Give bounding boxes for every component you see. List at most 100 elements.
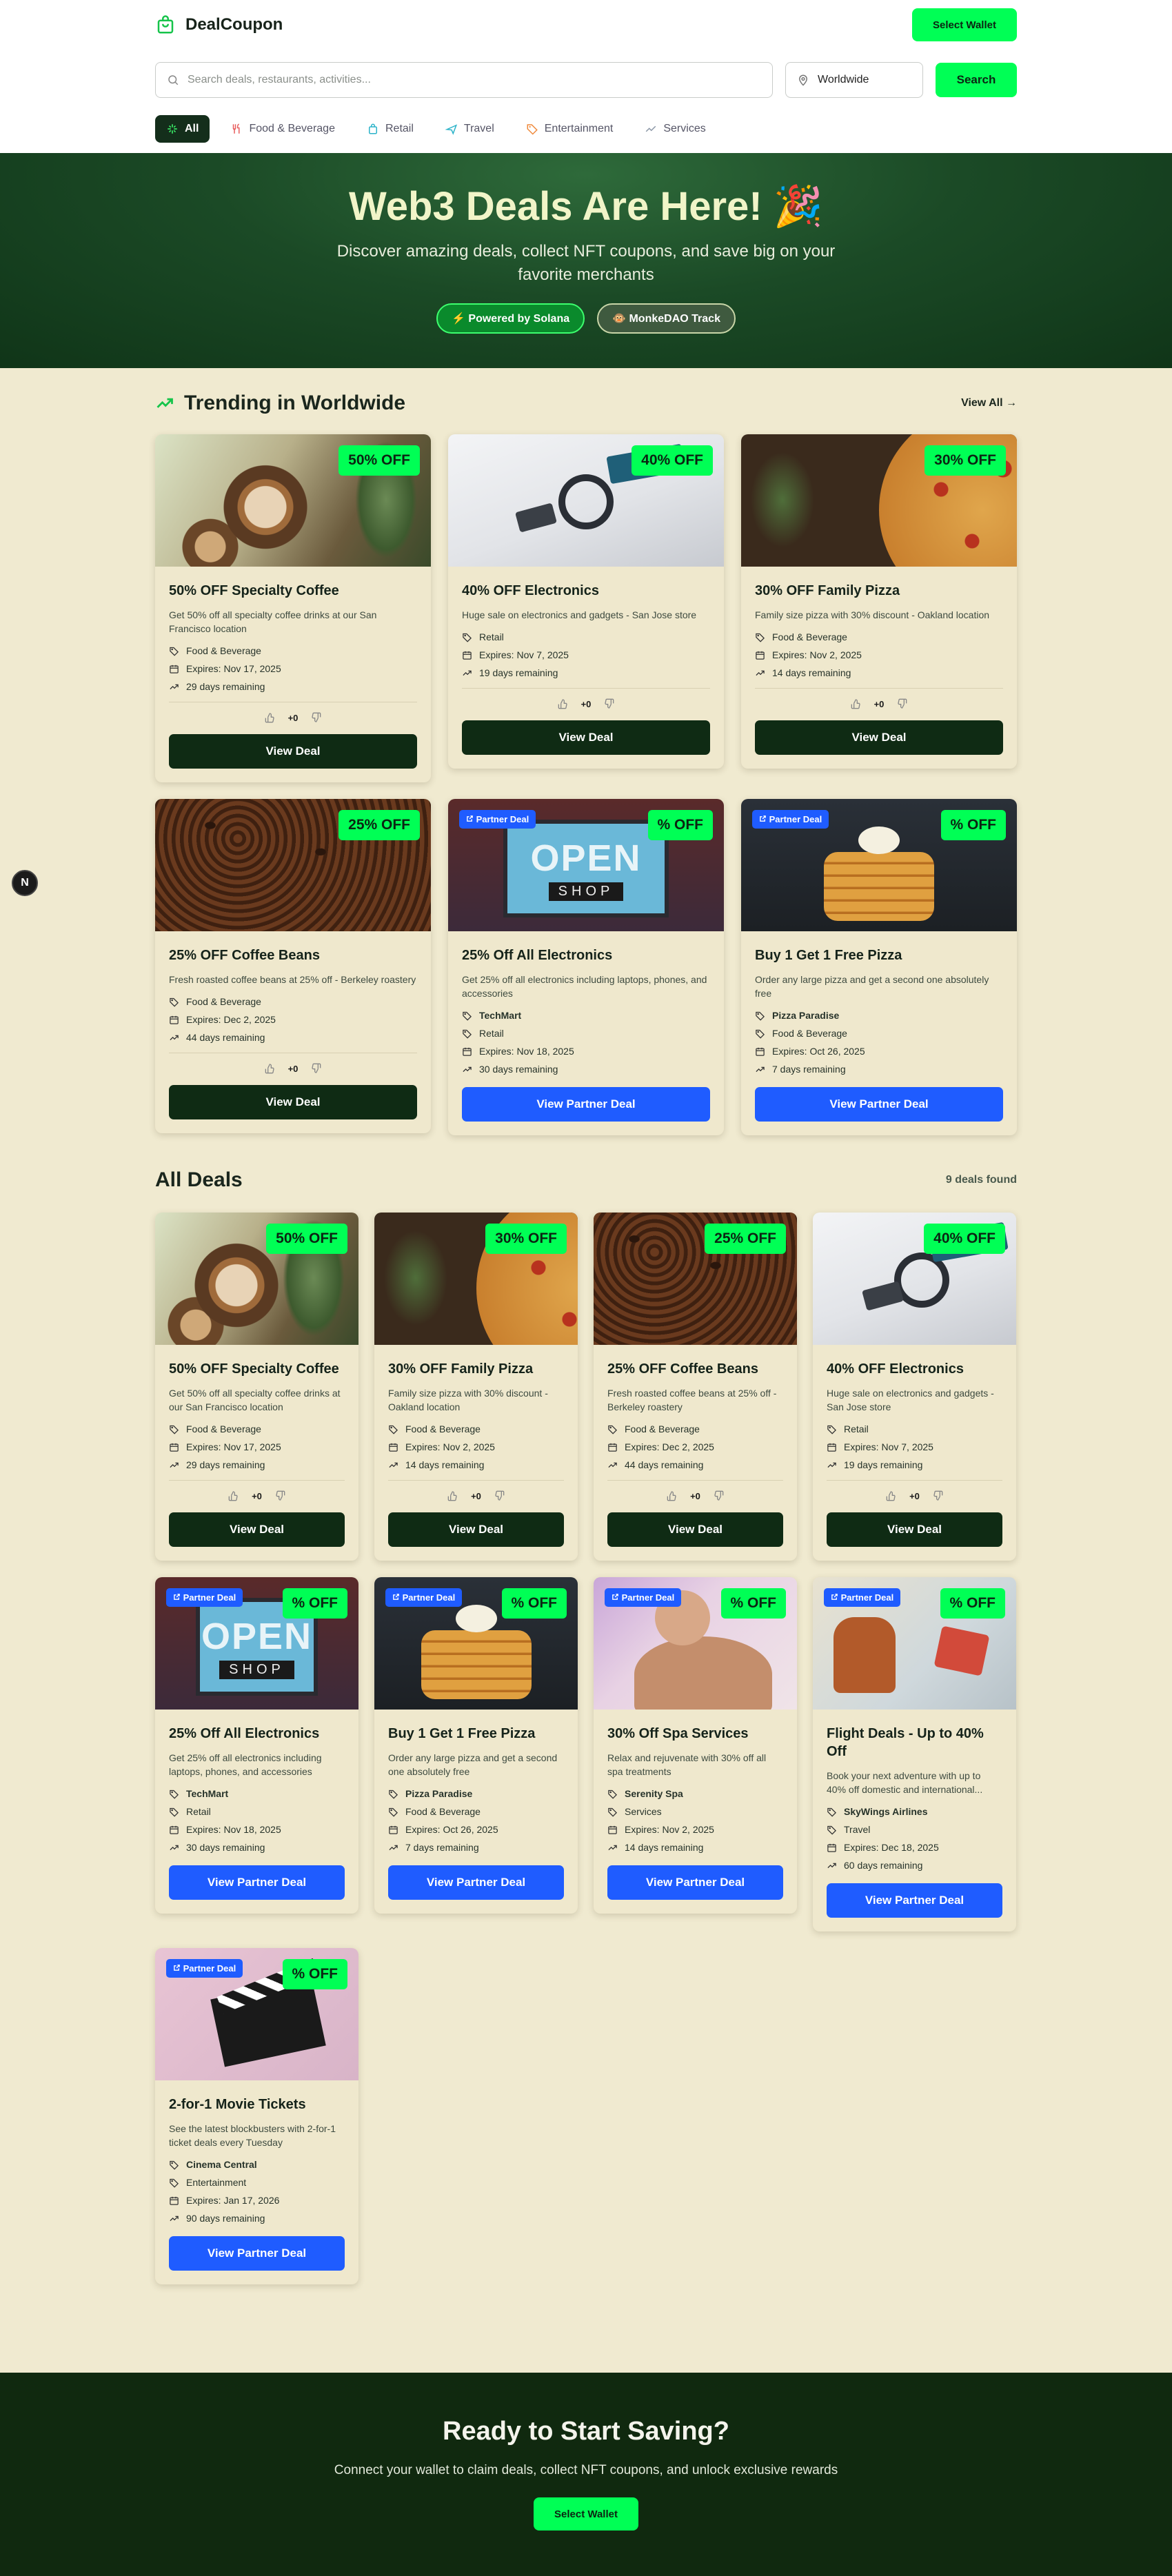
trending-heading: Trending in Worldwide [155, 392, 405, 415]
deal-image: OPEN SHOP Partner Deal% OFF [155, 1577, 358, 1710]
cta-text: Connect your wallet to claim deals, coll… [334, 2463, 838, 2477]
tag-icon [608, 1425, 618, 1434]
view-deal-button[interactable]: View Deal [755, 720, 1003, 755]
deal-card[interactable]: Partner Deal % OFF Buy 1 Get 1 Free Pizza O… [741, 799, 1017, 1135]
trending-icon [170, 684, 179, 689]
shopping-bag-icon [157, 15, 174, 34]
thumbs-down-icon[interactable] [494, 1490, 505, 1501]
view-deal-button[interactable]: View Deal [169, 1085, 417, 1119]
deal-card[interactable]: 50% OFF 50% OFF Specialty Coffee Get 50% o… [155, 1213, 358, 1561]
brand-logo[interactable]: DealCoupon [155, 14, 283, 35]
category-tab-all[interactable]: All [155, 115, 210, 143]
deal-card[interactable]: Partner Deal % OFF Buy 1 Get 1 Free Pizza O… [374, 1577, 578, 1914]
deal-title: 30% Off Spa Services [607, 1726, 749, 1741]
partner-badge: Partner Deal [752, 810, 829, 829]
thumbs-down-icon[interactable] [274, 1490, 285, 1501]
hero-subtitle: Discover amazing deals, collect NFT coup… [336, 242, 836, 284]
days-remaining: 60 days remaining [844, 1860, 923, 1871]
thumbs-down-icon[interactable] [896, 698, 907, 709]
thumbs-up-icon[interactable] [667, 1490, 678, 1501]
search-input[interactable]: Search deals, restaurants, activities... [155, 62, 773, 98]
thumbs-up-icon[interactable] [447, 1490, 458, 1501]
thumbs-up-icon[interactable] [886, 1490, 897, 1501]
view-partner-deal-button[interactable]: View Partner Deal [827, 1883, 1002, 1918]
cta-section: Ready to Start Saving? Connect your wall… [0, 2373, 1172, 2576]
thumbs-up-icon[interactable] [851, 698, 862, 709]
thumbs-down-icon[interactable] [932, 1490, 943, 1501]
thumbs-down-icon[interactable] [603, 698, 614, 709]
partner-badge: Partner Deal [824, 1588, 901, 1607]
plane-icon [445, 124, 457, 135]
cta-select-wallet-button[interactable]: Select Wallet [534, 2497, 638, 2531]
calendar-icon [827, 1443, 836, 1452]
deal-title: 50% OFF Specialty Coffee [169, 1361, 339, 1377]
select-wallet-button[interactable]: Select Wallet [912, 8, 1017, 41]
category-label: Retail [844, 1423, 869, 1434]
tag-icon [170, 997, 179, 1007]
view-deal-button[interactable]: View Deal [388, 1512, 564, 1547]
view-partner-deal-button[interactable]: View Partner Deal [755, 1087, 1003, 1122]
days-remaining: 7 days remaining [772, 1064, 846, 1075]
all-deals-grid: 50% OFF 50% OFF Specialty Coffee Get 50% o… [155, 1213, 1017, 2284]
thumbs-up-icon[interactable] [265, 712, 276, 723]
view-partner-deal-button[interactable]: View Partner Deal [607, 1865, 783, 1900]
view-deal-button[interactable]: View Deal [607, 1512, 783, 1547]
calendar-icon [170, 665, 179, 673]
view-deal-button[interactable]: View Deal [462, 720, 710, 755]
days-remaining: 90 days remaining [186, 2213, 265, 2224]
category-tab-travel[interactable]: Travel [434, 115, 505, 143]
tag-icon [608, 1807, 618, 1817]
location-select[interactable]: Worldwide [785, 62, 923, 98]
deal-card[interactable]: 50% OFF 50% OFF Specialty Coffee Get 50% o… [155, 434, 431, 782]
deal-card[interactable]: 25% OFF 25% OFF Coffee Beans Fresh roasted… [594, 1213, 797, 1561]
deal-card[interactable]: 30% OFF 30% OFF Family Pizza Family size p… [374, 1213, 578, 1561]
deal-card[interactable]: Partner Deal % OFF Flight Deals - Up to 40… [813, 1577, 1016, 1931]
deal-card[interactable]: 40% OFF 40% OFF Electronics Huge sale on e… [813, 1213, 1016, 1561]
view-partner-deal-button[interactable]: View Partner Deal [462, 1087, 710, 1122]
thumbs-down-icon[interactable] [713, 1490, 724, 1501]
deal-card[interactable]: OPEN SHOP Partner Deal% OFF 25% Off All El… [448, 799, 724, 1135]
trending-icon [756, 1066, 765, 1072]
deal-title: 25% OFF Coffee Beans [607, 1361, 758, 1377]
category-tab-retail[interactable]: Retail [356, 115, 425, 143]
deal-card[interactable]: OPEN SHOP Partner Deal% OFF 25% Off All El… [155, 1577, 358, 1914]
discount-badge: 50% OFF [266, 1224, 347, 1254]
thumbs-up-icon[interactable] [228, 1490, 239, 1501]
view-partner-deal-button[interactable]: View Partner Deal [169, 1865, 345, 1900]
category-tab-services[interactable]: Services [634, 115, 716, 143]
thumbs-up-icon[interactable] [265, 1063, 276, 1074]
view-all-link[interactable]: View All → [961, 397, 1017, 409]
trending-icon [389, 1845, 398, 1850]
deal-image: Partner Deal % OFF [155, 1948, 358, 2080]
thumbs-down-icon[interactable] [310, 712, 321, 723]
calendar-icon [827, 1843, 836, 1852]
view-partner-deal-button[interactable]: View Partner Deal [388, 1865, 564, 1900]
dev-tools-button[interactable]: N [12, 870, 38, 896]
thumbs-up-icon[interactable] [558, 698, 569, 709]
deal-card[interactable]: 40% OFF 40% OFF Electronics Huge sale on e… [448, 434, 724, 769]
deal-card[interactable]: Partner Deal % OFF 30% Off Spa Services Rel… [594, 1577, 797, 1914]
view-deal-button[interactable]: View Deal [169, 734, 417, 769]
deal-card[interactable]: 25% OFF 25% OFF Coffee Beans Fresh roasted… [155, 799, 431, 1133]
view-partner-deal-button[interactable]: View Partner Deal [169, 2236, 345, 2271]
expiry-row: Expires: Dec 2, 2025 [607, 1441, 783, 1452]
deal-card[interactable]: 30% OFF 30% OFF Family Pizza Family size p… [741, 434, 1017, 769]
calendar-icon [463, 651, 472, 660]
view-deal-button[interactable]: View Deal [169, 1512, 345, 1547]
deal-card[interactable]: Partner Deal % OFF 2-for-1 Movie Tickets Se… [155, 1948, 358, 2284]
merchant-name: TechMart [186, 1788, 229, 1799]
remaining-row: 90 days remaining [169, 2213, 345, 2224]
view-deal-button[interactable]: View Deal [827, 1512, 1002, 1547]
external-link-icon [467, 815, 473, 822]
expiry-row: Expires: Nov 2, 2025 [607, 1824, 783, 1835]
discount-badge: % OFF [647, 810, 713, 840]
category-tab-food-beverage[interactable]: Food & Beverage [219, 115, 346, 143]
deal-description: Huge sale on electronics and gadgets - S… [462, 609, 697, 620]
thumbs-down-icon[interactable] [310, 1063, 321, 1074]
vote-count: +0 [690, 1490, 700, 1501]
search-button[interactable]: Search [936, 63, 1017, 97]
calendar-icon [170, 1015, 179, 1024]
trending-icon [170, 1462, 179, 1468]
expiry-row: Expires: Jan 17, 2026 [169, 2195, 345, 2206]
category-tab-entertainment[interactable]: Entertainment [515, 115, 625, 143]
